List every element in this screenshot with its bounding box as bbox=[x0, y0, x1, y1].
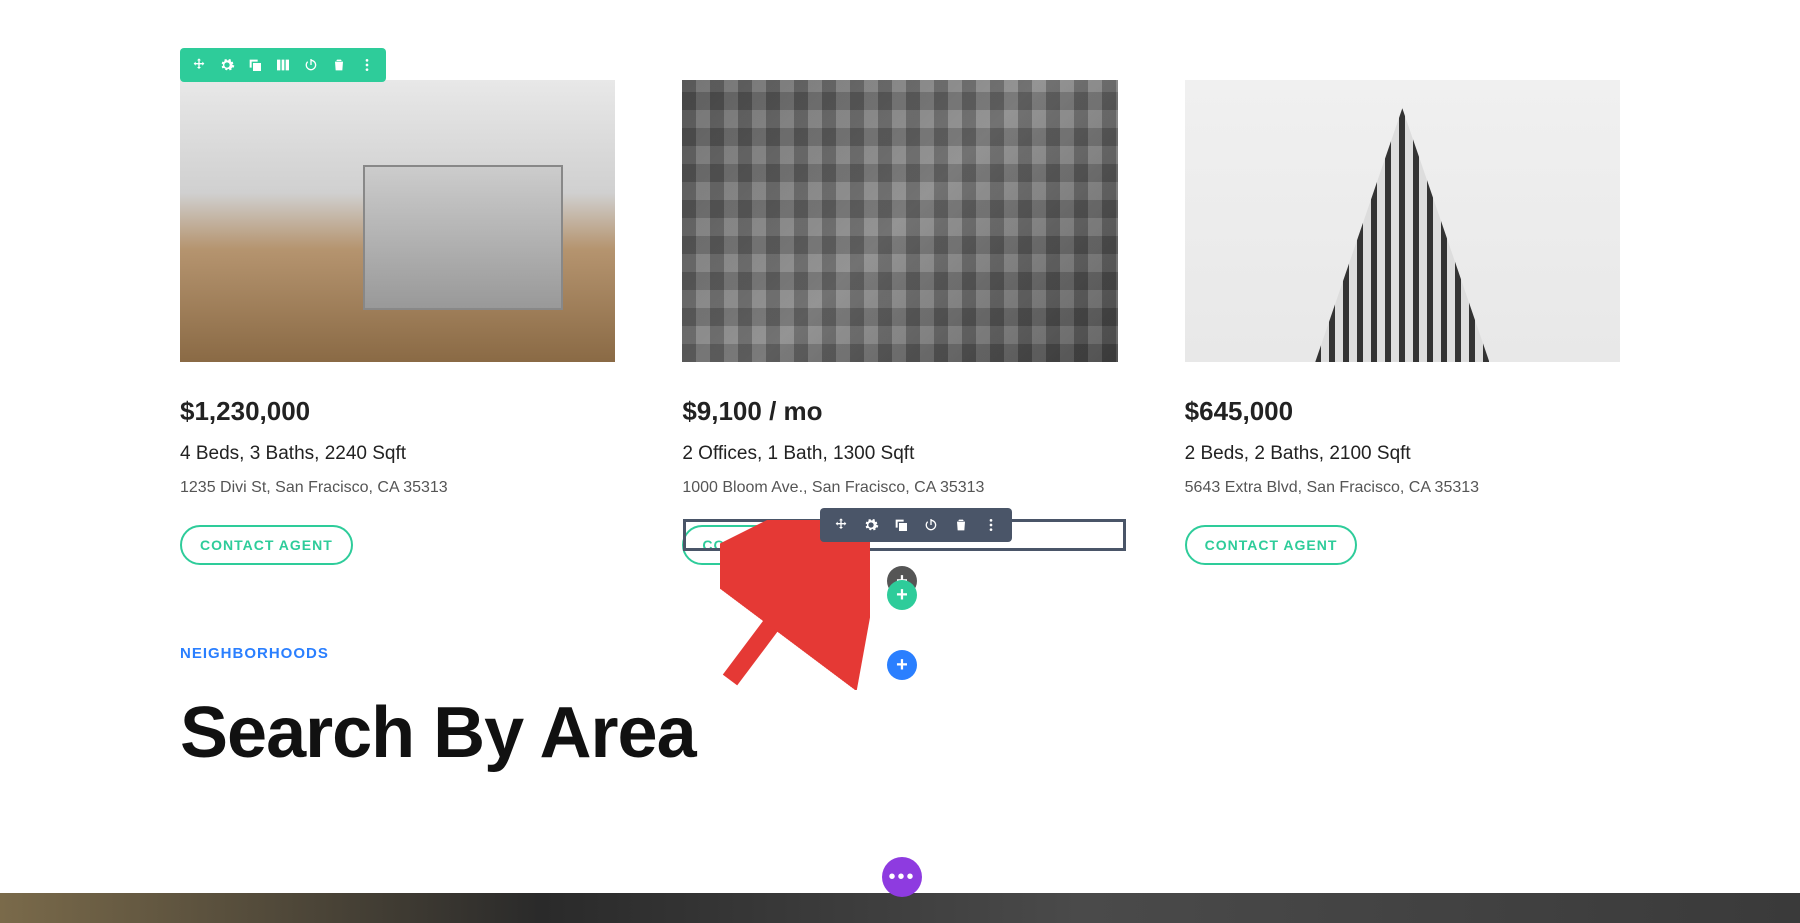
listing-specs: 4 Beds, 3 Baths, 2240 Sqft bbox=[180, 443, 615, 465]
listing-address: 1235 Divi St, San Fracisco, CA 35313 bbox=[180, 479, 615, 497]
contact-agent-button[interactable]: CONTACT AGENT bbox=[180, 525, 353, 565]
trash-icon[interactable] bbox=[328, 54, 350, 76]
listing-card: $645,000 2 Beds, 2 Baths, 2100 Sqft 5643… bbox=[1185, 80, 1620, 565]
listing-price: $9,100 / mo bbox=[682, 396, 1117, 427]
listing-card: $1,230,000 4 Beds, 3 Baths, 2240 Sqft 12… bbox=[180, 80, 615, 565]
add-module-teal-button[interactable]: + bbox=[887, 580, 917, 610]
module-toolbar[interactable] bbox=[820, 508, 1012, 542]
listing-image bbox=[180, 80, 615, 362]
duplicate-icon[interactable] bbox=[890, 514, 912, 536]
power-icon[interactable] bbox=[300, 54, 322, 76]
columns-icon[interactable] bbox=[272, 54, 294, 76]
builder-menu-button[interactable]: ••• bbox=[882, 857, 922, 897]
gear-icon[interactable] bbox=[216, 54, 238, 76]
annotation-arrow-icon bbox=[720, 520, 870, 690]
more-icon[interactable] bbox=[356, 54, 378, 76]
listing-price: $645,000 bbox=[1185, 396, 1620, 427]
listing-card: $9,100 / mo 2 Offices, 1 Bath, 1300 Sqft… bbox=[682, 80, 1117, 565]
duplicate-icon[interactable] bbox=[244, 54, 266, 76]
section-toolbar[interactable] bbox=[180, 48, 386, 82]
listing-address: 1000 Bloom Ave., San Fracisco, CA 35313 bbox=[682, 479, 1117, 497]
listing-specs: 2 Beds, 2 Baths, 2100 Sqft bbox=[1185, 443, 1620, 465]
contact-agent-button[interactable]: CONTACT AGENT bbox=[1185, 525, 1358, 565]
gear-icon[interactable] bbox=[860, 514, 882, 536]
trash-icon[interactable] bbox=[950, 514, 972, 536]
listing-address: 5643 Extra Blvd, San Fracisco, CA 35313 bbox=[1185, 479, 1620, 497]
listings-row: $1,230,000 4 Beds, 3 Baths, 2240 Sqft 12… bbox=[180, 80, 1620, 565]
move-icon[interactable] bbox=[188, 54, 210, 76]
move-icon[interactable] bbox=[830, 514, 852, 536]
listing-image bbox=[1185, 80, 1620, 362]
listing-specs: 2 Offices, 1 Bath, 1300 Sqft bbox=[682, 443, 1117, 465]
add-row-blue-button[interactable]: + bbox=[887, 650, 917, 680]
listing-price: $1,230,000 bbox=[180, 396, 615, 427]
footer-image-strip bbox=[0, 893, 1800, 923]
power-icon[interactable] bbox=[920, 514, 942, 536]
section-heading: Search By Area bbox=[180, 692, 1620, 774]
listing-image bbox=[682, 80, 1117, 362]
more-icon[interactable] bbox=[980, 514, 1002, 536]
